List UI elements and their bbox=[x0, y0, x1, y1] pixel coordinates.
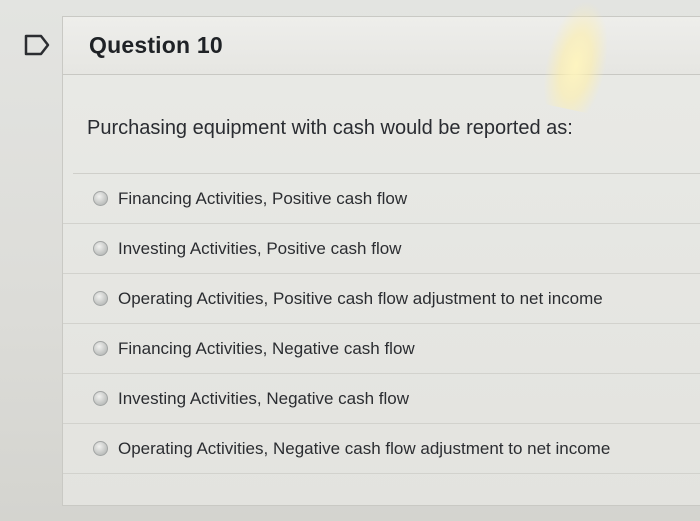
flag-question-area[interactable] bbox=[0, 0, 62, 80]
radio-button[interactable] bbox=[93, 291, 108, 306]
question-header: Question 10 bbox=[63, 17, 700, 75]
radio-button[interactable] bbox=[93, 441, 108, 456]
flag-icon[interactable] bbox=[24, 34, 50, 56]
answer-option[interactable]: Operating Activities, Negative cash flow… bbox=[63, 424, 700, 474]
radio-button[interactable] bbox=[93, 391, 108, 406]
answer-options: Financing Activities, Positive cash flow… bbox=[63, 174, 700, 474]
answer-option-label: Operating Activities, Negative cash flow… bbox=[118, 438, 611, 458]
quiz-page: Question 10 Purchasing equipment with ca… bbox=[0, 0, 700, 521]
answer-option[interactable]: Investing Activities, Positive cash flow bbox=[63, 224, 700, 274]
radio-button[interactable] bbox=[93, 241, 108, 256]
radio-button[interactable] bbox=[93, 341, 108, 356]
answer-option[interactable]: Investing Activities, Negative cash flow bbox=[63, 374, 700, 424]
answer-option[interactable]: Financing Activities, Positive cash flow bbox=[63, 174, 700, 224]
answer-option-label: Financing Activities, Negative cash flow bbox=[118, 338, 415, 358]
question-card: Question 10 Purchasing equipment with ca… bbox=[62, 16, 700, 506]
question-prompt: Purchasing equipment with cash would be … bbox=[87, 117, 573, 139]
answer-option[interactable]: Operating Activities, Positive cash flow… bbox=[63, 274, 700, 324]
radio-button[interactable] bbox=[93, 191, 108, 206]
question-title: Question 10 bbox=[89, 32, 223, 58]
answer-option-label: Investing Activities, Negative cash flow bbox=[118, 388, 410, 408]
answer-option-label: Financing Activities, Positive cash flow bbox=[118, 188, 408, 208]
answer-option[interactable]: Financing Activities, Negative cash flow bbox=[63, 324, 700, 374]
answer-option-label: Operating Activities, Positive cash flow… bbox=[118, 288, 603, 308]
answer-option-label: Investing Activities, Positive cash flow bbox=[118, 238, 402, 258]
